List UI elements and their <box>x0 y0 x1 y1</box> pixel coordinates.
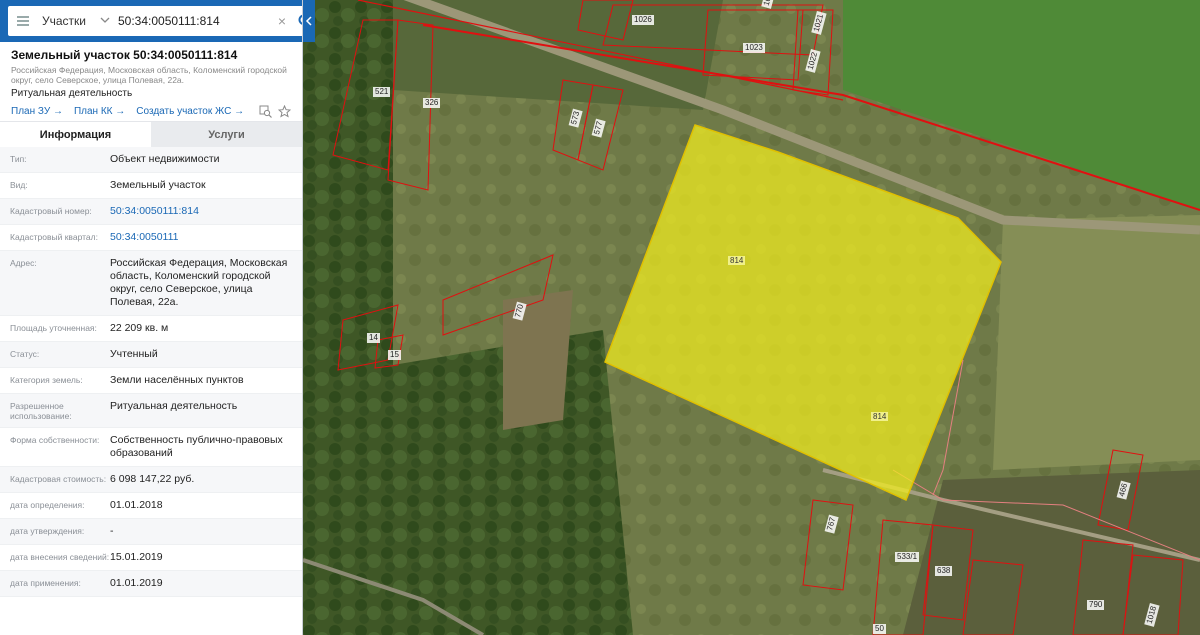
info-row: дата утверждения: - <box>0 519 302 545</box>
info-value-link[interactable]: 50:34:0050111 <box>110 231 302 244</box>
chevron-down-icon <box>100 17 110 23</box>
info-key: Тип: <box>10 154 27 164</box>
info-row: Форма собственности: Собственность публич… <box>0 428 302 467</box>
info-key: Кадастровый номер: <box>10 206 92 216</box>
info-key: Статус: <box>10 349 40 359</box>
info-value: Земельный участок <box>110 179 206 191</box>
info-value: 01.01.2019 <box>110 577 163 589</box>
info-value: Ритуальная деятельность <box>110 400 238 412</box>
map-canvas[interactable]: 814 814 1026 1024 1023 1021 1022 521 326… <box>303 0 1200 635</box>
object-title: Земельный участок 50:34:0050111:814 <box>11 48 238 62</box>
info-key: Разрешенное использование: <box>10 401 72 421</box>
layer-select-value: Участки <box>42 14 86 28</box>
selected-parcel-label: 814 <box>871 412 889 421</box>
selected-parcel-label: 814 <box>728 256 746 265</box>
map-imagery <box>303 0 1200 635</box>
info-row: Тип: Объект недвижимости <box>0 147 302 173</box>
info-row: Кадастровый номер: 50:34:0050111:814 <box>0 199 302 225</box>
info-row: Вид: Земельный участок <box>0 173 302 199</box>
info-row: Адрес: Российская Федерация, Московская о… <box>0 251 302 316</box>
info-row: дата внесения сведений: 15.01.2019 <box>0 545 302 571</box>
info-key: дата определения: <box>10 500 85 510</box>
info-key: Форма собственности: <box>10 435 100 445</box>
info-key: дата применения: <box>10 578 81 588</box>
info-value: 15.01.2019 <box>110 551 163 563</box>
info-row: Категория земель: Земли населённых пункто… <box>0 368 302 394</box>
info-row: дата применения: 01.01.2019 <box>0 571 302 597</box>
menu-icon[interactable] <box>8 6 38 36</box>
info-key: Площадь уточненная: <box>10 323 97 333</box>
info-row: Статус: Учтенный <box>0 342 302 368</box>
parcel-label: 14 <box>367 333 380 343</box>
info-row: Площадь уточненная: 22 209 кв. м <box>0 316 302 342</box>
tab-services[interactable]: Услуги <box>151 122 302 147</box>
parcel-label: 50 <box>873 624 886 634</box>
info-row: дата определения: 01.01.2018 <box>0 493 302 519</box>
layer-select[interactable]: Участки <box>38 6 114 36</box>
info-value: 6 098 147,22 руб. <box>110 473 195 485</box>
info-key: дата утверждения: <box>10 526 85 536</box>
info-value: Учтенный <box>110 348 158 360</box>
plan-zu-link[interactable]: План ЗУ → <box>11 106 63 117</box>
search-bar: Участки × <box>0 0 302 42</box>
object-use: Ритуальная деятельность <box>11 88 133 99</box>
parcel-label: 521 <box>373 87 391 97</box>
info-row: Кадастровая стоимость: 6 098 147,22 руб. <box>0 467 302 493</box>
info-key: Категория земель: <box>10 375 83 385</box>
parcel-label: 790 <box>1087 600 1105 610</box>
star-icon[interactable] <box>278 104 291 118</box>
search-input[interactable] <box>114 6 273 36</box>
info-value: Земли населённых пунктов <box>110 374 244 386</box>
parcel-label: 1026 <box>632 15 654 25</box>
info-value: Собственность публично-правовых образова… <box>110 434 283 459</box>
parcel-label: 1023 <box>743 43 765 53</box>
info-table: Тип: Объект недвижимости Вид: Земельный уча… <box>0 147 302 597</box>
parcel-label: 15 <box>388 350 401 360</box>
parcel-label: 326 <box>423 98 441 108</box>
search-box: Участки × <box>8 6 302 36</box>
parcel-label: 533/1 <box>895 552 920 562</box>
info-row: Кадастровый квартал: 50:34:0050111 <box>0 225 302 251</box>
info-value: 22 209 кв. м <box>110 322 169 334</box>
info-value: Российская Федерация, Московская область… <box>110 257 288 308</box>
card-tools <box>259 104 291 118</box>
info-key: Кадастровая стоимость: <box>10 474 107 484</box>
info-key: Кадастровый квартал: <box>10 232 98 242</box>
plan-kk-link[interactable]: План КК → <box>74 106 125 117</box>
object-card-header: Земельный участок 50:34:0050111:814 Росс… <box>0 42 302 119</box>
collapse-sidebar-button[interactable] <box>303 0 315 42</box>
info-value-link[interactable]: 50:34:0050111:814 <box>110 205 302 218</box>
zoom-to-object-icon[interactable] <box>259 105 272 118</box>
tab-info[interactable]: Информация <box>0 122 151 147</box>
info-row: Разрешенное использование: Ритуальная дея… <box>0 394 302 428</box>
card-links: План ЗУ → План КК → Создать участок ЖС → <box>11 103 291 119</box>
info-key: Адрес: <box>10 258 37 268</box>
create-zhs-link[interactable]: Создать участок ЖС → <box>136 106 244 117</box>
search-button[interactable] <box>291 6 302 36</box>
parcel-label: 638 <box>935 566 953 576</box>
chevron-left-icon <box>305 16 312 26</box>
info-value: 01.01.2018 <box>110 499 163 511</box>
info-value: - <box>110 525 114 537</box>
info-value: Объект недвижимости <box>110 153 220 165</box>
object-address: Российская Федерация, Московская область… <box>11 65 287 85</box>
clear-icon[interactable]: × <box>273 6 291 36</box>
info-key: Вид: <box>10 180 28 190</box>
tabs: Информация Услуги <box>0 121 302 147</box>
info-key: дата внесения сведений: <box>10 552 110 562</box>
info-sidebar: Участки × Земельный участок 50:34:005011… <box>0 0 303 635</box>
